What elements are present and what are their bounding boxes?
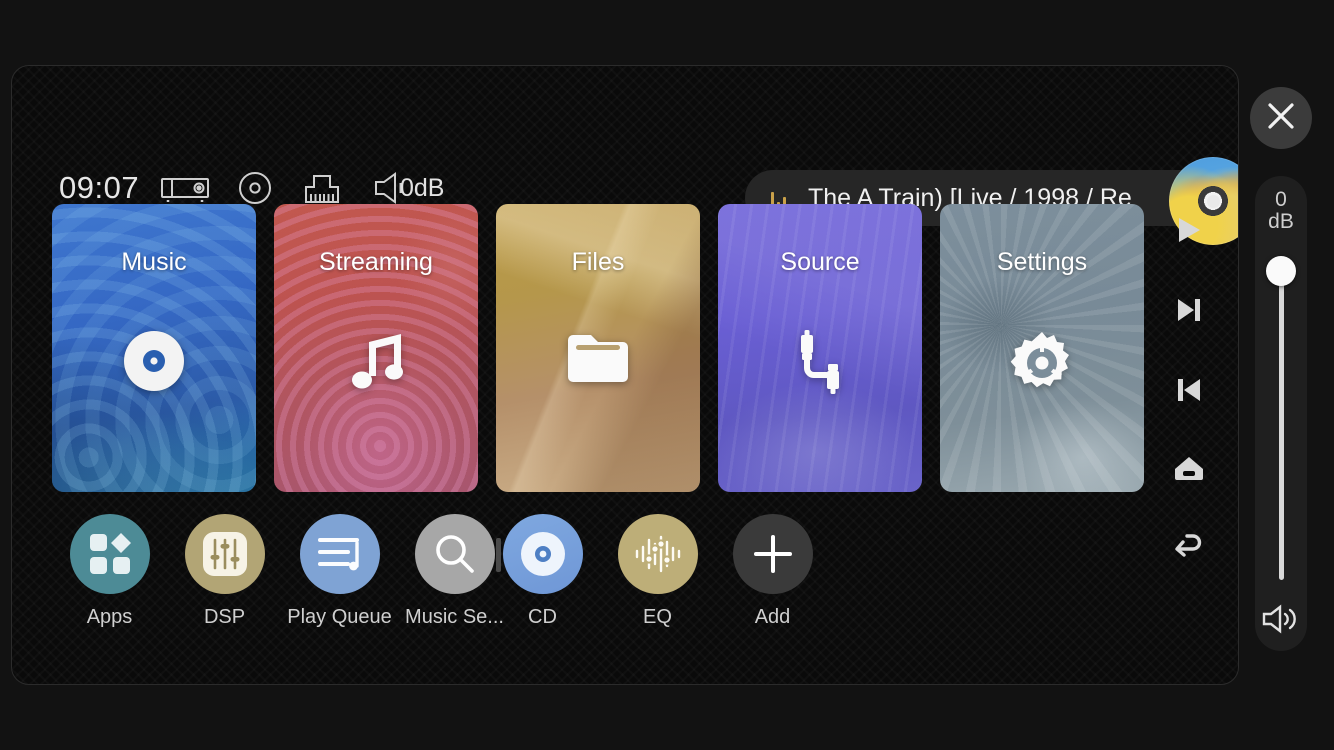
status-header: 09:07 0dB The A Train) [Live / 1998 / Re	[12, 66, 1238, 245]
playback-nav	[1166, 216, 1212, 558]
home-button[interactable]	[1174, 456, 1204, 480]
tile-streaming[interactable]: Streaming	[274, 204, 478, 492]
search-icon	[414, 514, 495, 594]
volume-unit: dB	[1268, 210, 1294, 233]
dock-item-dsp[interactable]: DSP	[167, 514, 282, 629]
dock-label: Apps	[86, 606, 133, 628]
dock-item-apps[interactable]: Apps	[52, 514, 167, 629]
dock-item-play-queue[interactable]: Play Queue	[282, 514, 397, 629]
disc-icon[interactable]	[238, 171, 272, 205]
music-note-icon	[274, 330, 478, 394]
cd-disc-icon	[502, 514, 583, 594]
dock-bar: Apps DSP Play Queue Music Se... CD EQ Ad…	[52, 514, 830, 629]
play-button[interactable]	[1176, 216, 1202, 244]
tile-label: Source	[780, 248, 860, 276]
ethernet-port-icon[interactable]	[300, 171, 344, 205]
tile-settings[interactable]: Settings	[940, 204, 1144, 492]
dock-label: Play Queue	[287, 606, 392, 628]
volume-value: 0	[1275, 188, 1287, 211]
dock-item-cd[interactable]: CD	[485, 514, 600, 629]
sliders-icon	[184, 514, 265, 594]
gear-icon	[940, 330, 1144, 394]
dock-label: CD	[528, 606, 557, 628]
tile-music[interactable]: Music	[52, 204, 256, 492]
plus-icon	[732, 514, 813, 594]
dock-item-add[interactable]: Add	[715, 514, 830, 629]
folder-icon	[496, 330, 700, 386]
tile-label: Streaming	[319, 248, 433, 276]
back-button[interactable]	[1174, 532, 1204, 558]
audio-cable-icon	[718, 330, 922, 394]
tile-source[interactable]: Source	[718, 204, 922, 492]
dock-item-eq[interactable]: EQ	[600, 514, 715, 629]
amplifier-icon[interactable]	[160, 173, 210, 203]
volume-slider-track[interactable]	[1278, 268, 1284, 580]
tile-files[interactable]: Files	[496, 204, 700, 492]
tile-label: Music	[121, 248, 187, 276]
infotainment-screen: 09:07 0dB The A Train) [Live / 1998 / Re…	[11, 65, 1239, 685]
dock-label: DSP	[203, 606, 246, 628]
clock: 09:07	[59, 170, 140, 205]
dock-label: EQ	[643, 606, 672, 628]
next-button[interactable]	[1175, 296, 1203, 324]
playlist-icon	[299, 514, 380, 594]
speaker-wave-icon[interactable]	[1255, 603, 1307, 635]
previous-button[interactable]	[1175, 376, 1203, 404]
volume-slider-knob[interactable]	[1266, 256, 1296, 286]
master-volume-label: 0dB	[400, 174, 445, 202]
app-tiles: Music Streaming Files Source Settings	[52, 204, 1144, 492]
tile-label: Settings	[996, 248, 1088, 276]
close-icon	[1265, 100, 1297, 137]
vinyl-record-icon	[52, 330, 256, 392]
close-button[interactable]	[1250, 87, 1312, 149]
apps-grid-icon	[69, 514, 150, 594]
dock-label: Add	[754, 606, 791, 628]
equalizer-icon	[617, 514, 698, 594]
header-status-icons	[160, 170, 408, 206]
volume-rail[interactable]: 0 dB	[1255, 176, 1307, 651]
tile-label: Files	[571, 248, 625, 276]
